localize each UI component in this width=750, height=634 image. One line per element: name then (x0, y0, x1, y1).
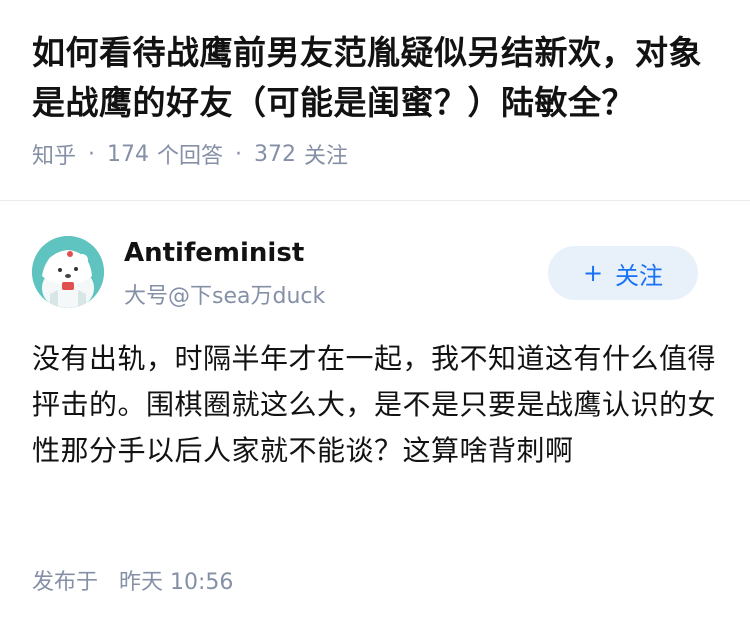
follow-button[interactable]: + 关注 (548, 246, 698, 300)
answer-content: 没有出轨，时隔半年才在一起，我不知道这有什么值得抨击的。围棋圈就这么大，是不是只… (32, 342, 717, 467)
question-meta: 知乎 · 174 个回答 · 372 关注 (32, 138, 718, 170)
avatar[interactable] (32, 236, 104, 308)
question-title[interactable]: 如何看待战鹰前男友范胤疑似另结新欢，对象是战鹰的好友（可能是闺蜜？）陆敏全？ (32, 28, 718, 128)
plus-icon: + (582, 259, 604, 287)
follower-count: 372 (254, 141, 297, 167)
follow-button-label: 关注 (615, 261, 664, 290)
author-bio: 大号@下sea万duck (124, 284, 326, 309)
answer-count-label[interactable]: 个回答 (157, 138, 223, 170)
answer-page: 如何看待战鹰前男友范胤疑似另结新欢，对象是战鹰的好友（可能是闺蜜？）陆敏全？ 知… (0, 0, 750, 634)
question-header: 如何看待战鹰前男友范胤疑似另结新欢，对象是战鹰的好友（可能是闺蜜？）陆敏全？ 知… (0, 0, 750, 172)
answer-count: 174 (107, 141, 150, 167)
follower-count-label[interactable]: 关注 (304, 138, 348, 170)
author-name[interactable]: Antifeminist (124, 238, 304, 268)
avatar-illustration-icon (32, 236, 104, 308)
meta-separator: · (88, 141, 96, 167)
section-divider (0, 200, 750, 201)
publish-time: 发布于 昨天 10:56 (32, 564, 233, 596)
meta-separator: · (235, 141, 243, 167)
publish-timestamp: 昨天 10:56 (119, 570, 234, 595)
author-row: Antifeminist 大号@下sea万duck + 关注 (32, 236, 718, 309)
publish-label: 发布于 (32, 570, 99, 595)
source-label[interactable]: 知乎 (32, 138, 76, 170)
